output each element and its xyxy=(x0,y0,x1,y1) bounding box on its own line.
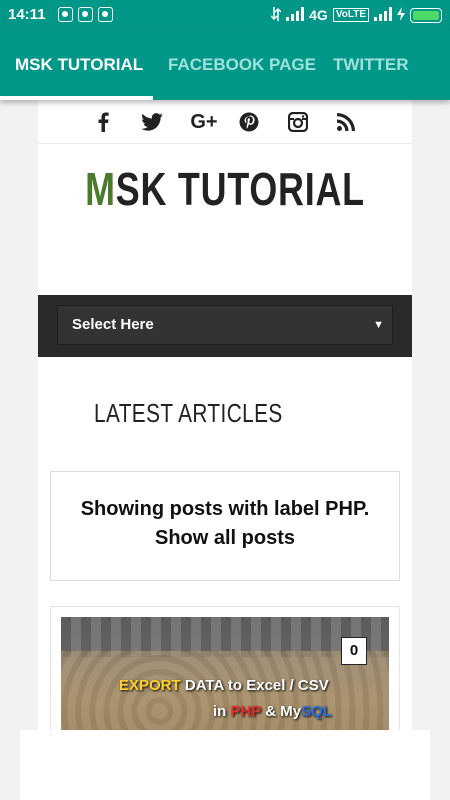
notification-icon xyxy=(58,7,73,22)
instagram-icon[interactable] xyxy=(284,108,312,136)
show-all-posts-link[interactable]: Show all posts xyxy=(51,527,399,550)
status-bar: 14:11 4G VoLTE xyxy=(0,0,450,30)
comment-count-badge[interactable]: 0 xyxy=(341,637,367,665)
signal-icon xyxy=(374,6,392,24)
status-time: 14:11 xyxy=(8,6,46,23)
battery-icon xyxy=(410,7,442,23)
post-title-export: EXPORT xyxy=(119,677,181,694)
charging-icon xyxy=(397,6,405,24)
post-title-php: PHP xyxy=(230,703,262,720)
site-logo[interactable]: MSK TUTORIAL xyxy=(79,162,371,216)
social-links: G+ xyxy=(38,100,412,144)
label-filter-text: Showing posts with label PHP. xyxy=(80,498,370,520)
post-title-amp: & My xyxy=(261,703,302,720)
post-title-rest: DATA to Excel / CSV xyxy=(180,677,329,694)
navigation-select[interactable]: Select Here ▼ xyxy=(57,305,393,345)
rss-icon[interactable] xyxy=(332,108,360,136)
notification-icon xyxy=(98,7,113,22)
app-tab-bar: MSK TUTORIAL FACEBOOK PAGE TWITTER xyxy=(0,30,450,100)
tab-twitter[interactable]: TWITTER xyxy=(333,30,409,100)
post-title-line1: EXPORT DATA to Excel / CSV xyxy=(119,677,329,694)
navigation-select-bar: Select Here ▼ xyxy=(38,295,412,357)
bottom-overlay xyxy=(20,730,430,800)
notification-icon xyxy=(78,7,93,22)
label-filter-notice: Showing posts with label PHP. Show all p… xyxy=(50,471,400,581)
logo-text: SK TUTORIAL xyxy=(115,163,365,215)
active-tab-indicator xyxy=(0,96,153,100)
facebook-icon[interactable] xyxy=(89,108,117,136)
dropdown-arrow-icon: ▼ xyxy=(373,319,384,331)
post-title-sql: SQL xyxy=(301,703,332,720)
tab-facebook-page[interactable]: FACEBOOK PAGE xyxy=(168,30,316,100)
post-title-line2: in PHP & MySQL xyxy=(213,703,332,720)
status-indicators: 4G VoLTE xyxy=(270,5,442,25)
tab-msk-tutorial[interactable]: MSK TUTORIAL xyxy=(15,30,143,100)
signal-icon xyxy=(286,6,305,24)
pinterest-icon[interactable] xyxy=(235,108,263,136)
google-plus-icon[interactable]: G+ xyxy=(188,108,220,136)
logo-initial: M xyxy=(85,163,116,215)
select-label: Select Here xyxy=(72,316,154,333)
section-heading: LATEST ARTICLES xyxy=(94,398,283,428)
twitter-icon[interactable] xyxy=(138,108,166,136)
volte-badge: VoLTE xyxy=(332,8,369,22)
network-type: 4G xyxy=(309,7,328,23)
data-transfer-icon xyxy=(270,6,282,24)
post-title-in: in xyxy=(213,703,231,720)
page-content: G+ MSK TUTORIAL Select Here ▼ LATEST ART… xyxy=(38,100,412,800)
